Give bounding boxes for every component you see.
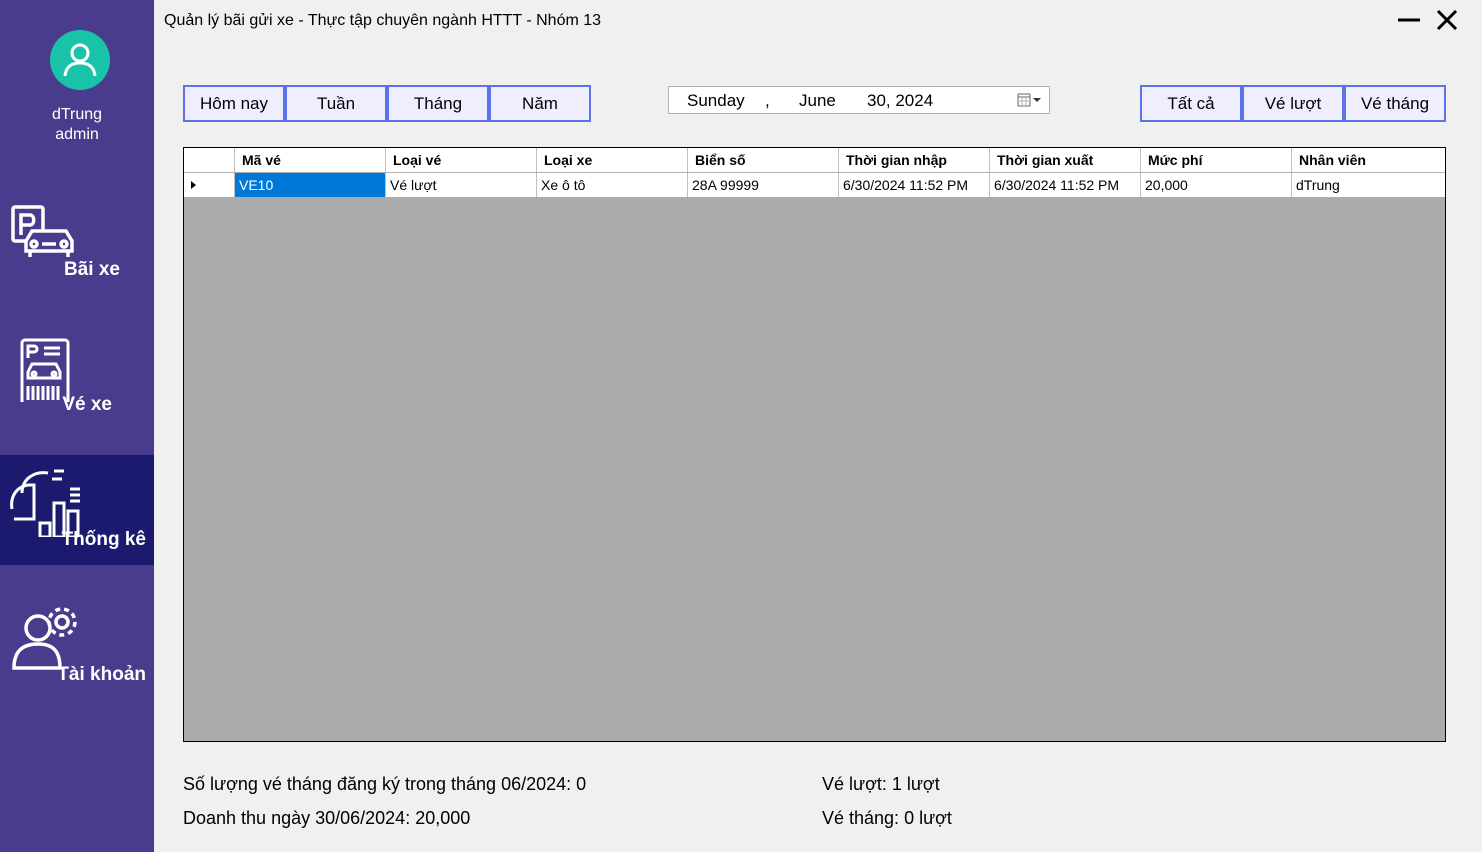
- column-header[interactable]: Thời gian nhập: [839, 148, 990, 172]
- table-cell[interactable]: dTrung: [1292, 173, 1445, 197]
- statistics-icon: [10, 469, 80, 537]
- table-header: Mã vé Loại vé Loại xe Biển số Thời gian …: [184, 148, 1445, 173]
- monthly-registrations-stat: Số lượng vé tháng đăng ký trong tháng 06…: [183, 774, 587, 794]
- row-header[interactable]: [184, 173, 235, 197]
- date-picker[interactable]: Sunday , June 30, 2024: [668, 86, 1050, 114]
- month-button[interactable]: Tháng: [387, 85, 489, 122]
- app-window: dTrung admin Bãi xe Vé xe Thống kê Tài k…: [0, 0, 1482, 852]
- sidebar-item-label: Tài khoản: [57, 664, 146, 685]
- table-cell[interactable]: 6/30/2024 11:52 PM: [839, 173, 990, 197]
- date-day-year: 30, 2024: [867, 91, 934, 110]
- sidebar-item-label: Bãi xe: [64, 259, 120, 280]
- column-header[interactable]: Mức phí: [1141, 148, 1292, 172]
- today-button[interactable]: Hôm nay: [183, 85, 285, 122]
- date-separator: ,: [765, 91, 770, 110]
- table-cell[interactable]: VE10: [235, 173, 386, 197]
- calendar-dropdown-icon[interactable]: [1017, 92, 1043, 110]
- ticket-type-filter-group: Tất cả Vé lượt Vé tháng: [1140, 85, 1446, 122]
- period-filter-group: Hôm nay Tuần Tháng Năm: [183, 85, 591, 122]
- row-header-corner: [184, 148, 235, 172]
- date-month: June: [799, 91, 836, 110]
- column-header[interactable]: Loại xe: [537, 148, 688, 172]
- tickets-table[interactable]: Mã vé Loại vé Loại xe Biển số Thời gian …: [183, 147, 1446, 742]
- year-button[interactable]: Năm: [489, 85, 591, 122]
- user-name: dTrung: [51, 106, 103, 123]
- daily-revenue-stat: Doanh thu ngày 30/06/2024: 20,000: [183, 808, 471, 828]
- user-avatar-icon: [50, 30, 110, 90]
- table-cell[interactable]: Xe ô tô: [537, 173, 688, 197]
- monthly-tickets-stat: Vé tháng: 0 lượt: [822, 808, 952, 828]
- sidebar-item-statistics[interactable]: Thống kê: [0, 455, 154, 565]
- parking-ticket-icon: [20, 338, 70, 402]
- parking-car-icon: [11, 205, 74, 257]
- sidebar-item-label: Vé xe: [62, 394, 112, 415]
- column-header[interactable]: Biển số: [688, 148, 839, 172]
- window-title: Quản lý bãi gửi xe - Thực tập chuyên ngà…: [164, 12, 602, 29]
- current-row-icon: [191, 181, 196, 189]
- column-header[interactable]: Loại vé: [386, 148, 537, 172]
- sidebar-item-tickets[interactable]: Vé xe: [0, 320, 154, 430]
- user-role: admin: [55, 126, 99, 143]
- table-cell[interactable]: 20,000: [1141, 173, 1292, 197]
- sidebar: dTrung admin Bãi xe Vé xe Thống kê Tài k…: [0, 0, 154, 852]
- monthly-ticket-button[interactable]: Vé tháng: [1344, 85, 1446, 122]
- single-tickets-stat: Vé lượt: 1 lượt: [822, 774, 940, 794]
- column-header[interactable]: Mã vé: [235, 148, 386, 172]
- single-ticket-button[interactable]: Vé lượt: [1242, 85, 1344, 122]
- week-button[interactable]: Tuần: [285, 85, 387, 122]
- sidebar-item-account[interactable]: Tài khoản: [0, 590, 154, 700]
- user-settings-icon: [12, 607, 77, 670]
- table-cell[interactable]: 6/30/2024 11:52 PM: [990, 173, 1141, 197]
- table-cell[interactable]: Vé lượt: [386, 173, 537, 197]
- column-header[interactable]: Thời gian xuất: [990, 148, 1141, 172]
- table-cell[interactable]: 28A 99999: [688, 173, 839, 197]
- sidebar-item-label: Thống kê: [61, 529, 146, 550]
- table-row[interactable]: VE10 Vé lượt Xe ô tô 28A 99999 6/30/2024…: [184, 173, 1445, 197]
- title-bar: Quản lý bãi gửi xe - Thực tập chuyên ngà…: [154, 0, 1482, 42]
- date-day: Sunday: [687, 91, 745, 110]
- column-header[interactable]: Nhân viên: [1292, 148, 1445, 172]
- close-icon[interactable]: [1432, 6, 1462, 36]
- minimize-icon[interactable]: [1394, 6, 1424, 36]
- sidebar-item-parking[interactable]: Bãi xe: [0, 185, 154, 295]
- all-tickets-button[interactable]: Tất cả: [1140, 85, 1242, 122]
